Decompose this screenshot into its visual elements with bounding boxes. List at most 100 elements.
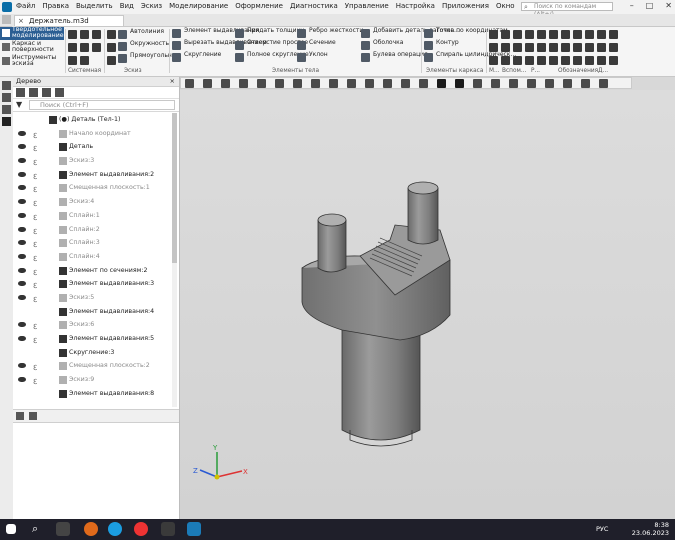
tree-row[interactable]: ℇ Смещенная плоскость:1 [13,181,171,195]
visibility-eye-icon[interactable] [18,226,26,232]
visibility-eye-icon[interactable] [18,199,26,205]
command-search-input[interactable]: ⌕ Поиск по командам (Alt+/) [521,2,613,18]
close-panel-icon[interactable]: × [170,77,175,86]
task-view-icon[interactable] [56,522,70,536]
cut-icon[interactable] [68,43,77,52]
visibility-eye-icon[interactable] [18,267,26,273]
maximize-icon[interactable]: □ [646,1,654,10]
view-tool-icon[interactable] [347,79,356,88]
ribbon-tool-icon[interactable] [597,30,606,39]
snap-icon[interactable] [107,56,116,65]
undo-icon[interactable] [68,56,77,65]
autoline-button[interactable]: Автолиния [118,29,179,40]
ribbon-tool-icon[interactable] [537,30,546,39]
tree-search-input[interactable]: Поиск (Ctrl+F) [29,100,175,110]
ribbon-tool-icon[interactable] [513,30,522,39]
close-icon[interactable]: ✕ [665,1,672,10]
layers-icon[interactable] [29,412,37,420]
menu-item[interactable]: Настройка [396,2,435,10]
parameters-panel-icon[interactable] [2,105,11,114]
edge-icon[interactable] [108,522,122,536]
view-tool-icon[interactable] [599,79,608,88]
visibility-eye-icon[interactable] [18,171,26,177]
mode-frame-surfaces[interactable]: Каркас и поверхности [0,40,64,54]
tree-row[interactable]: Элемент выдавливания:8 [13,387,171,401]
paste-icon[interactable] [92,43,101,52]
ribbon-tool-icon[interactable] [489,43,498,52]
visibility-eye-icon[interactable] [18,363,26,369]
tree-row[interactable]: ℇ Эскиз:6 [13,318,171,332]
tree-settings-icon[interactable] [55,88,64,97]
tree-row[interactable]: Элемент выдавливания:4 [13,305,171,319]
tree-row[interactable]: ℇ Сплайн:2 [13,223,171,237]
ribbon-tool-icon[interactable] [549,43,558,52]
visibility-eye-icon[interactable] [18,377,26,383]
menu-item[interactable]: Окно [496,2,515,10]
ribbon-tool-icon[interactable] [561,56,570,65]
rectangle-button[interactable]: Прямоугольник [118,53,179,64]
view-tool-icon[interactable] [473,79,482,88]
view-tool-icon[interactable] [545,79,554,88]
tree-structure-icon[interactable] [16,88,25,97]
view-tool-icon[interactable] [509,79,518,88]
ribbon-tool-icon[interactable] [525,30,534,39]
ribbon-tool-icon[interactable] [489,30,498,39]
view-tool-icon[interactable] [185,79,194,88]
view-tool-icon[interactable] [383,79,392,88]
view-tool-icon[interactable] [311,79,320,88]
draft-button[interactable]: Уклон [297,52,363,63]
ribbon-tool-icon[interactable] [549,56,558,65]
visibility-eye-icon[interactable] [18,336,26,341]
save-icon[interactable] [92,30,101,39]
ribbon-tool-icon[interactable] [525,56,534,65]
visibility-eye-icon[interactable] [18,240,26,246]
menu-item[interactable]: Файл [16,2,35,10]
view-tool-icon[interactable] [581,79,590,88]
tree-list-icon[interactable] [29,88,38,97]
view-tool-icon[interactable] [365,79,374,88]
view-tool-icon[interactable] [401,79,410,88]
redo-icon[interactable] [80,56,89,65]
tree-row[interactable]: ℇ Эскиз:9 [13,373,171,387]
ribbon-tool-icon[interactable] [609,30,618,39]
view-tool-icon[interactable] [563,79,572,88]
menu-item[interactable]: Приложения [442,2,489,10]
ribbon-tool-icon[interactable] [597,56,606,65]
visibility-eye-icon[interactable] [18,281,26,287]
open-icon[interactable] [80,30,89,39]
ribbon-tool-icon[interactable] [513,43,522,52]
ribbon-tool-icon[interactable] [609,56,618,65]
app-icon[interactable] [161,522,175,536]
filter-funnel-icon[interactable]: ▼ [16,100,22,109]
view-tool-icon[interactable] [419,79,428,88]
view-tool-icon[interactable] [239,79,248,88]
visibility-eye-icon[interactable] [18,130,26,136]
ribbon-tool-icon[interactable] [501,56,510,65]
ribbon-tool-icon[interactable] [573,30,582,39]
tree-row[interactable]: ℇ Элемент выдавливания:3 [13,277,171,291]
view-tool-icon[interactable] [203,79,212,88]
copy-icon[interactable] [80,43,89,52]
ribbon-tool-icon[interactable] [597,43,606,52]
ribbon-tool-icon[interactable] [561,30,570,39]
view-tool-icon[interactable] [329,79,338,88]
tree-row[interactable]: (●) Деталь (Тел-1) [13,113,171,127]
tree-row[interactable]: ℇ Начало координат [13,127,171,141]
ribbon-tool-icon[interactable] [513,56,522,65]
visibility-eye-icon[interactable] [18,322,26,328]
view-tool-icon[interactable] [293,79,302,88]
menu-item[interactable]: Диагностика [290,2,338,10]
mode-sketch-tools[interactable]: Инструменты эскиза [0,54,64,68]
view-tool-icon[interactable] [221,79,230,88]
kompas-app-icon[interactable] [2,2,12,12]
menu-item[interactable]: Выделить [76,2,113,10]
menu-item[interactable]: Эскиз [141,2,162,10]
menu-panel-icon[interactable] [2,117,11,126]
tree-row[interactable]: ℇ Эскиз:5 [13,291,171,305]
new-doc-icon[interactable] [68,30,77,39]
visibility-eye-icon[interactable] [18,185,26,191]
view-tool-icon[interactable] [257,79,266,88]
tree-row[interactable]: ℇ Сплайн:1 [13,209,171,223]
ribbon-tool-icon[interactable] [585,30,594,39]
ribbon-tool-icon[interactable] [501,30,510,39]
